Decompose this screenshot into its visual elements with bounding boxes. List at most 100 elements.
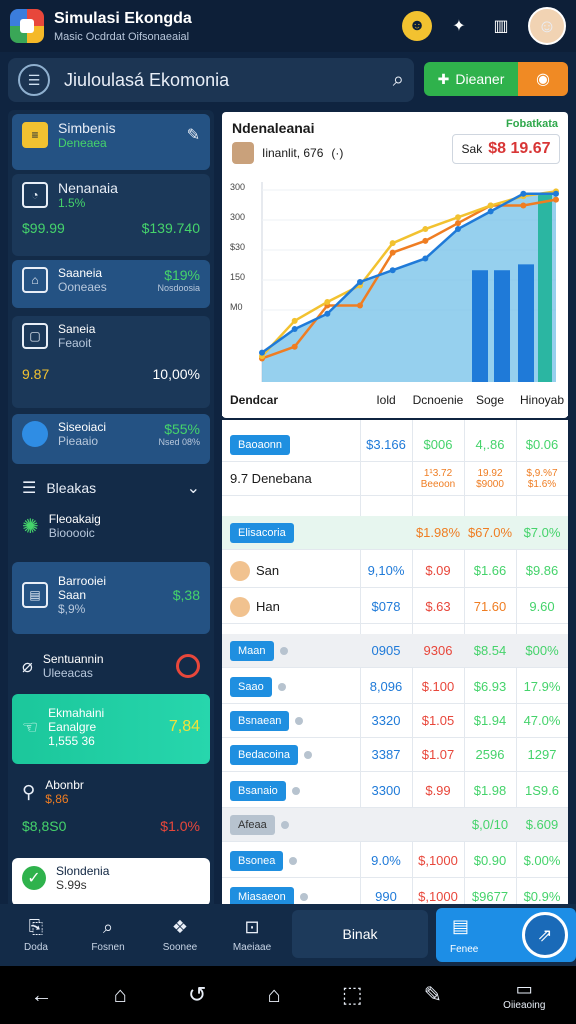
app-subtitle: Masic Ocdrdat Oifsonaeaial bbox=[54, 30, 190, 43]
table-cell: 9.0% bbox=[371, 853, 401, 868]
y-tick-label: M0 bbox=[230, 302, 243, 312]
row-label: Saao bbox=[222, 676, 360, 697]
search-icon: ⌕ bbox=[102, 917, 114, 937]
price-box[interactable]: Sak $8 19.67 bbox=[452, 134, 560, 164]
nav-item-doda[interactable]: ⎘ Doda bbox=[0, 917, 72, 953]
card6-title: Fleoakaig bbox=[48, 512, 101, 526]
chart-subtitle: Iinanlit, 676 (·) bbox=[232, 142, 343, 164]
table-row[interactable]: Bsanaio 3300 $.99 $1.98 1S9.6 bbox=[222, 774, 568, 808]
table-row[interactable]: Maan 0905 9306 $8.54 $00% bbox=[222, 634, 568, 668]
nav-item-fosnen[interactable]: ⌕ Fosnen bbox=[72, 917, 144, 953]
stats-icon[interactable]: ▥ bbox=[486, 11, 516, 41]
row-label: Baoaonn bbox=[222, 434, 360, 455]
row-dot bbox=[295, 716, 304, 725]
chart-corner-label: Fobatkata bbox=[506, 118, 558, 130]
chevron-down-icon[interactable]: ⌄ bbox=[187, 478, 200, 498]
row-tag[interactable]: Maan bbox=[230, 640, 274, 661]
data-table: Baoaonn $3.166 $006 4,.86 $0.06 9.7 Denebana 1… bbox=[222, 420, 568, 914]
chat-icon[interactable]: ⬚ bbox=[342, 982, 363, 1008]
bag-icon: ⊡ bbox=[244, 917, 260, 937]
card-slondenia[interactable]: ✓ Slondenia S.99s bbox=[12, 858, 210, 906]
th-c3: Soge bbox=[475, 393, 505, 407]
table-cell: $006 bbox=[423, 437, 453, 452]
table-cell: 0905 bbox=[371, 643, 401, 658]
table-cell: $1.66 bbox=[473, 563, 507, 578]
system-settings-item[interactable]: ▭ Oiieaoing bbox=[503, 979, 545, 1011]
search-input[interactable]: Jiuloulasá Ekomonia bbox=[64, 70, 393, 91]
table-row[interactable]: Bsonea 9.0% $,1000 $0.90 $.00% bbox=[222, 844, 568, 878]
card-barrooiei[interactable]: ▤ Barrooiei Saan $,9% $,38 bbox=[12, 562, 210, 634]
arrow-icon: ⇗ bbox=[537, 924, 553, 945]
table-row[interactable]: Afeaa $,0/10 $.609 bbox=[222, 808, 568, 842]
nav-item-soonee[interactable]: ❖ Soonee bbox=[144, 917, 216, 953]
table-row[interactable]: Saao 8,096 $.100 $6.93 17.9% bbox=[222, 670, 568, 704]
data-point bbox=[324, 299, 331, 305]
lock-icon: ⌂ bbox=[22, 267, 48, 293]
notification-icon[interactable]: ✦ bbox=[444, 11, 474, 41]
card-saaneia[interactable]: ⌂ Saaneia Ooneaes $19% Nosdoosia bbox=[12, 260, 210, 308]
search-bar[interactable]: ☰ Jiuloulasá Ekomonia ⌕ bbox=[8, 58, 414, 102]
rotate-icon[interactable]: ↺ bbox=[188, 982, 206, 1008]
edit-icon[interactable]: ✎ bbox=[424, 982, 442, 1008]
card1-v1: $99.99 bbox=[22, 220, 65, 236]
nav-label-2: Soonee bbox=[162, 942, 198, 953]
table-row[interactable]: Han $078 $.63 71.60 9.60 bbox=[222, 590, 568, 624]
card11-title: Slondenia bbox=[56, 864, 110, 878]
price-label: Sak bbox=[461, 142, 483, 156]
card4-val: $55% bbox=[164, 421, 200, 437]
card-fleoakaig[interactable]: ✺ Fleoakaig Biooooic bbox=[12, 506, 210, 556]
left-header[interactable]: ≡ Simbenis Deneaea ✎ bbox=[12, 114, 210, 170]
nav-item-maeiaae[interactable]: ⊡ Maeiaae bbox=[216, 917, 288, 953]
table-row[interactable]: Bedacoina 3387 $1.07 2596 1297 bbox=[222, 738, 568, 772]
record-icon[interactable]: ◉ bbox=[518, 62, 568, 96]
data-point bbox=[259, 349, 265, 356]
row-tag[interactable]: Bsanaio bbox=[230, 780, 286, 801]
table-cell: $0.9% bbox=[523, 889, 561, 904]
row-tag[interactable]: Bedacoina bbox=[230, 744, 298, 765]
table-row[interactable]: 9.7 Denebana 1¹3.72 Beeoon 19.92 $9000 $,9.… bbox=[222, 462, 568, 496]
table-row[interactable]: Bsnaean 3320 $1.05 $1.94 47.0% bbox=[222, 704, 568, 738]
card-nenanaia[interactable]: ◔ Nenanaia 1.5% $99.99 $139.740 bbox=[12, 174, 210, 256]
card-sentuannin[interactable]: ⌀ Sentuannin Uleeacas bbox=[12, 640, 210, 698]
row-tag[interactable]: Bsnaean bbox=[230, 710, 290, 731]
table-cell: $1.98% bbox=[415, 525, 461, 540]
table-cell: $,1000 bbox=[418, 853, 458, 868]
table-cell: 3387 bbox=[371, 747, 401, 762]
primary-action-button[interactable]: ✚ Dieaner ◉ bbox=[424, 62, 568, 96]
row-tag[interactable]: Bsonea bbox=[230, 850, 284, 871]
section-bleakas[interactable]: ☰ Bleakas ⌄ bbox=[12, 472, 210, 502]
row-tag[interactable]: Elisacoria bbox=[230, 522, 294, 543]
table-row[interactable]: San 9,10% $.09 $1.66 $9.86 bbox=[222, 554, 568, 588]
nav-binak-button[interactable]: Binak bbox=[292, 910, 428, 958]
book-icon: ⎘ bbox=[28, 917, 44, 937]
nav-item-active[interactable]: ▤ Fenee ⇗ bbox=[436, 908, 576, 962]
fab-button[interactable]: ⇗ bbox=[522, 912, 568, 958]
price-value: $8 19.67 bbox=[488, 140, 551, 157]
row-label: Bedacoina bbox=[222, 744, 360, 765]
card-abonbr[interactable]: ⚲ Abonbr $,86 $8,8S0 $1.0% bbox=[12, 772, 210, 852]
menu-icon[interactable]: ☰ bbox=[18, 64, 50, 96]
table-row[interactable]: Elisacoria $1.98% $67.0% $7.0% bbox=[222, 516, 568, 550]
y-tick-label: 150 bbox=[230, 272, 245, 282]
edit-icon[interactable]: ✎ bbox=[187, 125, 200, 145]
row-label: Afeaa bbox=[222, 814, 360, 835]
table-row[interactable]: Baoaonn $3.166 $006 4,.86 $0.06 bbox=[222, 428, 568, 462]
search-icon[interactable]: ⌕ bbox=[393, 69, 404, 92]
coin-icon[interactable]: ☻ bbox=[402, 11, 432, 41]
row-tag[interactable]: Baoaonn bbox=[230, 434, 291, 455]
app-logo bbox=[10, 9, 44, 43]
card-siseoiaci[interactable]: Siseoiaci Pieaaio $55% Nsed 08% bbox=[12, 414, 210, 464]
row-name: 9.7 Denebana bbox=[230, 471, 312, 486]
home-alt-icon[interactable]: ⌂ bbox=[114, 982, 127, 1008]
table-cell: 4,.86 bbox=[475, 437, 505, 452]
back-icon[interactable]: ← bbox=[31, 982, 53, 1008]
row-tag[interactable]: Saao bbox=[230, 676, 272, 697]
row-tag[interactable]: Afeaa bbox=[230, 814, 275, 835]
row-dot bbox=[279, 646, 288, 655]
home-icon[interactable]: ⌂ bbox=[267, 982, 280, 1008]
card-ekmahaini[interactable]: ☜ Ekmahaini Eanalgre 1,555 36 7,84 bbox=[12, 694, 210, 764]
avatar[interactable]: ☺ bbox=[528, 7, 566, 45]
card-saneia[interactable]: ▢ Saneia Feaoit 9.87 10,00% bbox=[12, 316, 210, 408]
card4-sub: Pieaaio bbox=[58, 434, 99, 448]
data-point bbox=[324, 310, 331, 317]
